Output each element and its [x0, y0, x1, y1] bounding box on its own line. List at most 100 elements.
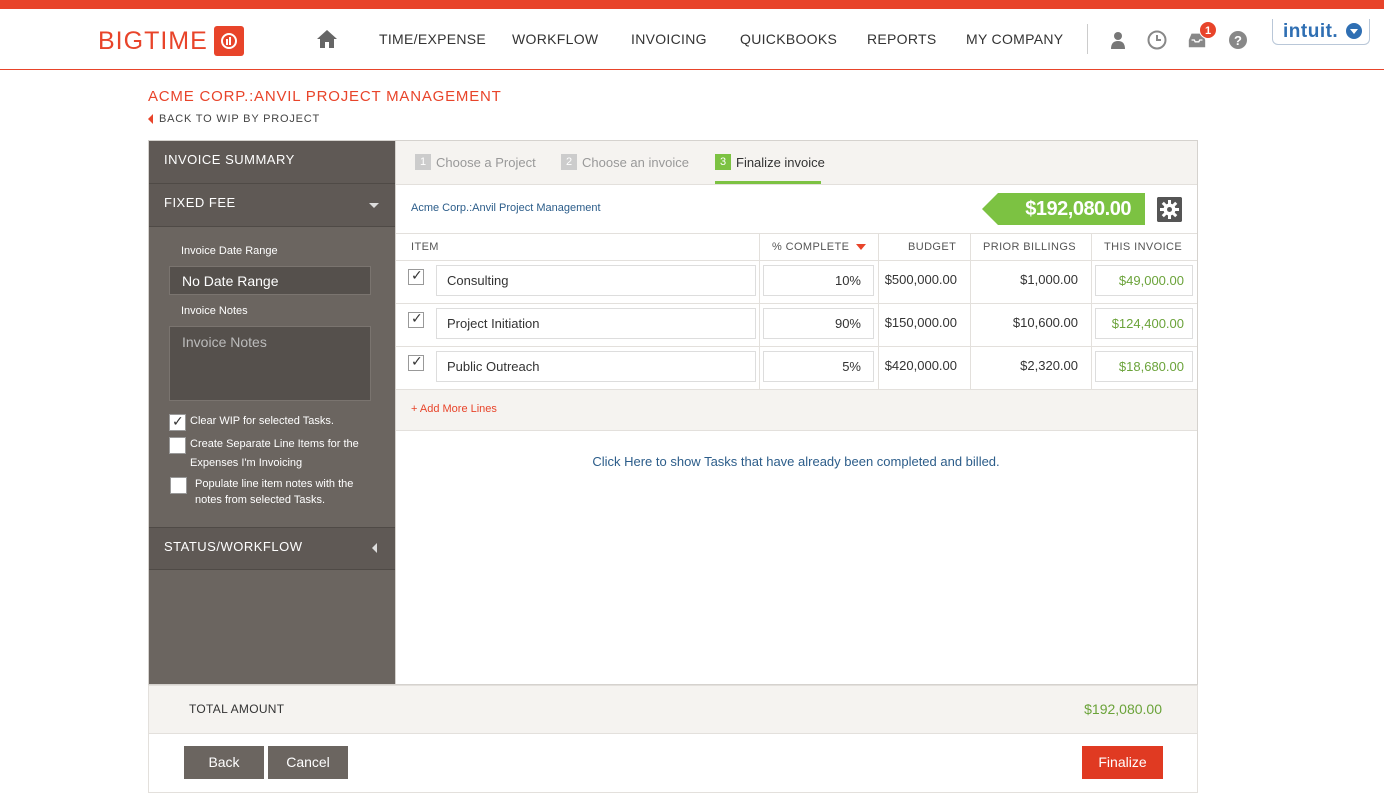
add-lines-bar: + Add More Lines	[396, 390, 1197, 431]
percent-input[interactable]: 10%	[763, 265, 874, 296]
nav-time-expense[interactable]: TIME/EXPENSE	[379, 31, 486, 47]
clock-icon[interactable]	[1147, 30, 1167, 50]
nav-my-company[interactable]: MY COMPANY	[966, 31, 1063, 47]
separate-expenses-checkbox[interactable]	[169, 437, 186, 454]
step-choose-project[interactable]: 1 Choose a Project	[415, 154, 536, 170]
step-label: Choose an invoice	[582, 154, 689, 170]
bigtime-logo[interactable]: BIGTIME	[98, 25, 244, 57]
step-choose-invoice[interactable]: 2 Choose an invoice	[561, 154, 689, 170]
table-row: Project Initiation 90% $150,000.00 $10,6…	[396, 304, 1197, 347]
active-step-indicator	[715, 181, 821, 184]
logo-text: BIGTIME	[98, 26, 208, 55]
nav-invoicing[interactable]: INVOICING	[631, 31, 707, 47]
intuit-menu[interactable]: intuit.	[1272, 19, 1370, 45]
populate-notes-checkbox[interactable]	[170, 477, 187, 494]
project-link[interactable]: Acme Corp.:Anvil Project Management	[411, 202, 601, 214]
gear-icon[interactable]	[1157, 197, 1182, 222]
finalize-button[interactable]: Finalize	[1082, 746, 1163, 779]
logo-mark-icon	[213, 26, 244, 56]
intuit-logo: intuit.	[1283, 20, 1339, 42]
back-to-wip-link[interactable]: BACK TO WIP BY PROJECT	[148, 113, 320, 125]
percent-input[interactable]: 90%	[763, 308, 874, 339]
clear-wip-checkbox[interactable]	[169, 413, 186, 431]
nav-quickbooks[interactable]: QUICKBOOKS	[740, 31, 837, 47]
clear-wip-label: Clear WIP for selected Tasks.	[190, 415, 334, 427]
separate-expenses-label-line2: Expenses I'm Invoicing	[190, 457, 303, 469]
svg-text:?: ?	[1234, 33, 1242, 48]
fixed-fee-header[interactable]: FIXED FEE	[149, 184, 395, 227]
home-icon[interactable]	[316, 29, 338, 49]
sort-desc-icon	[855, 244, 866, 251]
invoice-summary-header[interactable]: INVOICE SUMMARY	[149, 141, 395, 184]
invoice-main-panel: 1 Choose a Project 2 Choose an invoice 3…	[396, 140, 1198, 685]
prior-billings-cell: $2,320.00	[1020, 358, 1078, 373]
notification-badge: 1	[1199, 21, 1217, 39]
table-row: Public Outreach 5% $420,000.00 $2,320.00…	[396, 347, 1197, 390]
back-arrow-icon	[148, 114, 153, 124]
percent-input[interactable]: 5%	[763, 351, 874, 382]
col-this-invoice: THIS INVOICE	[1104, 241, 1183, 253]
total-amount-label: TOTAL AMOUNT	[189, 702, 285, 716]
table-header: ITEM % COMPLETE BUDGET PRIOR BILLINGS TH…	[396, 234, 1197, 261]
status-workflow-label: STATUS/WORKFLOW	[164, 539, 303, 554]
wizard-steps: 1 Choose a Project 2 Choose an invoice 3…	[396, 141, 1197, 185]
page-title: ACME CORP.:ANVIL PROJECT MANAGEMENT	[148, 88, 502, 105]
status-workflow-header[interactable]: STATUS/WORKFLOW	[149, 527, 395, 570]
project-bar: Acme Corp.:Anvil Project Management $192…	[396, 185, 1197, 234]
step-number: 2	[561, 154, 577, 170]
date-range-label: Invoice Date Range	[181, 245, 278, 257]
back-button[interactable]: Back	[184, 746, 264, 779]
step-number: 1	[415, 154, 431, 170]
cancel-button[interactable]: Cancel	[268, 746, 348, 779]
chevron-down-icon	[369, 203, 379, 208]
top-accent-stripe	[0, 0, 1384, 9]
this-invoice-input[interactable]: $124,400.00	[1095, 308, 1193, 339]
chevron-down-icon[interactable]	[1346, 23, 1362, 39]
budget-cell: $150,000.00	[884, 315, 957, 330]
item-input[interactable]: Consulting	[436, 265, 756, 296]
col-percent-complete[interactable]: % COMPLETE	[772, 241, 866, 253]
step-finalize-invoice[interactable]: 3 Finalize invoice	[715, 154, 825, 170]
user-icon[interactable]	[1108, 30, 1128, 50]
row-checkbox[interactable]	[408, 267, 424, 285]
action-footer: Back Cancel Finalize	[148, 734, 1198, 793]
col-percent-label: % COMPLETE	[772, 241, 850, 253]
nav-workflow[interactable]: WORKFLOW	[512, 31, 598, 47]
step-number: 3	[715, 154, 731, 170]
prior-billings-cell: $1,000.00	[1020, 272, 1078, 287]
this-invoice-input[interactable]: $49,000.00	[1095, 265, 1193, 296]
top-navigation-bar: BIGTIME TIME/EXPENSE WORKFLOW INVOICING …	[0, 9, 1384, 70]
col-budget: BUDGET	[908, 241, 957, 253]
total-amount-value: $192,080.00	[1084, 701, 1162, 717]
budget-cell: $420,000.00	[884, 358, 957, 373]
step-label: Finalize invoice	[736, 154, 825, 170]
fixed-fee-label: FIXED FEE	[164, 195, 236, 210]
help-icon[interactable]: ?	[1228, 30, 1248, 50]
item-input[interactable]: Public Outreach	[436, 351, 756, 382]
date-range-select[interactable]: No Date Range	[169, 266, 371, 295]
col-prior-billings: PRIOR BILLINGS	[983, 241, 1077, 253]
populate-notes-label-line2: notes from selected Tasks.	[195, 494, 326, 506]
row-checkbox[interactable]	[408, 353, 424, 371]
separate-expenses-label-line1: Create Separate Line Items for the	[190, 438, 359, 450]
this-invoice-input[interactable]: $18,680.00	[1095, 351, 1193, 382]
col-item: ITEM	[411, 241, 439, 253]
invoice-sidebar: INVOICE SUMMARY FIXED FEE Invoice Date R…	[148, 140, 396, 685]
fixed-fee-panel: Invoice Date Range No Date Range Invoice…	[149, 227, 395, 527]
item-input[interactable]: Project Initiation	[436, 308, 756, 339]
prior-billings-cell: $10,600.00	[1012, 315, 1078, 330]
row-checkbox[interactable]	[408, 310, 424, 328]
invoice-notes-textarea[interactable]: Invoice Notes	[169, 326, 371, 401]
invoice-notes-label: Invoice Notes	[181, 305, 248, 317]
budget-cell: $500,000.00	[884, 272, 957, 287]
back-link-label: BACK TO WIP BY PROJECT	[159, 113, 321, 125]
nav-divider	[1087, 24, 1088, 54]
table-row: Consulting 10% $500,000.00 $1,000.00 $49…	[396, 261, 1197, 304]
invoice-amount-tag: $192,080.00	[982, 193, 1145, 225]
total-bar: TOTAL AMOUNT $192,080.00	[148, 685, 1198, 734]
nav-reports[interactable]: REPORTS	[867, 31, 937, 47]
show-completed-tasks-link[interactable]: Click Here to show Tasks that have alrea…	[396, 454, 1196, 469]
add-more-lines-link[interactable]: + Add More Lines	[411, 403, 497, 415]
step-label: Choose a Project	[436, 154, 536, 170]
chevron-left-icon	[372, 543, 377, 553]
